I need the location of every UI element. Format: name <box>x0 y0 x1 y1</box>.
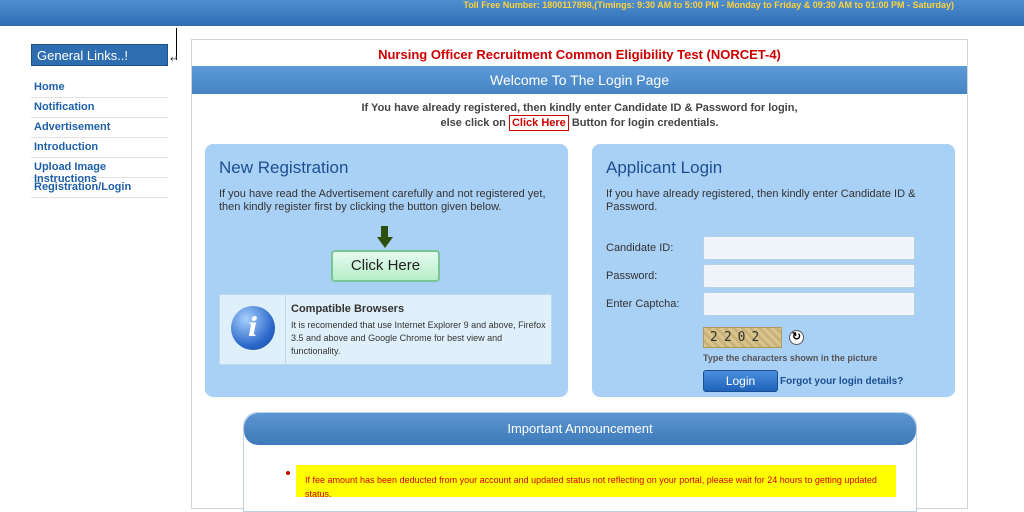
announcement-heading: Important Announcement <box>244 413 916 445</box>
info-icon: i <box>231 306 275 350</box>
candidate-id-label: Candidate ID: <box>606 242 674 254</box>
browsers-text: It is recomended that use Internet Explo… <box>291 320 546 356</box>
toll-free-info: Toll Free Number: 1800117898,(Timings: 9… <box>463 0 954 10</box>
browsers-title: Compatible Browsers <box>291 303 405 315</box>
new-registration-panel: New Registration If you have read the Ad… <box>205 144 568 397</box>
forgot-login-link[interactable]: Forgot your login details? <box>780 376 903 387</box>
refresh-captcha-icon[interactable]: ↻ <box>789 330 804 345</box>
intro-prefix: else click on <box>440 117 506 129</box>
intro-line-2: else click on Click Here Button for logi… <box>192 115 967 131</box>
captcha-input[interactable] <box>703 292 915 316</box>
welcome-banner: Welcome To The Login Page <box>192 66 967 94</box>
down-arrow-icon <box>377 226 393 248</box>
registration-title: New Registration <box>219 158 349 177</box>
login-button[interactable]: Login <box>703 370 778 392</box>
announcement-item: If fee amount has been deducted from you… <box>296 465 896 499</box>
password-label: Password: <box>606 270 658 282</box>
sidebar-item-advertisement[interactable]: Advertisement <box>31 118 168 138</box>
sidebar-item-home[interactable]: Home <box>31 78 168 98</box>
sidebar-heading: General Links..! <box>31 44 168 66</box>
sidebar: General Links..! Home Notification Adver… <box>31 44 168 198</box>
main-panel: Nursing Officer Recruitment Common Eligi… <box>191 39 968 512</box>
password-row: Password: <box>606 264 926 288</box>
compatible-browsers-box: i Compatible Browsers It is recomended t… <box>219 294 552 365</box>
register-click-here-button[interactable]: Click Here <box>331 250 440 282</box>
sidebar-item-introduction[interactable]: Introduction <box>31 138 168 158</box>
page-title: Nursing Officer Recruitment Common Eligi… <box>378 47 781 62</box>
applicant-login-panel: Applicant Login If you have already regi… <box>592 144 955 397</box>
intro-line-1: If You have already registered, then kin… <box>361 102 798 114</box>
captcha-hint: Type the characters shown in the picture <box>703 353 878 363</box>
intro-suffix: Button for login credentials. <box>571 117 719 129</box>
candidate-id-input[interactable] <box>703 236 915 260</box>
password-input[interactable] <box>703 264 915 288</box>
candidate-id-row: Candidate ID: <box>606 236 926 260</box>
top-header-bar: Toll Free Number: 1800117898,(Timings: 9… <box>0 0 1024 26</box>
credentials-click-here-link[interactable]: Click Here <box>508 115 569 131</box>
captcha-row: Enter Captcha: <box>606 292 926 316</box>
captcha-label: Enter Captcha: <box>606 298 680 310</box>
sidebar-item-notification[interactable]: Notification <box>31 98 168 118</box>
sidebar-links: Home Notification Advertisement Introduc… <box>31 78 168 198</box>
sidebar-item-registration-login[interactable]: Registration/Login <box>31 178 168 198</box>
login-text: If you have already registered, then kin… <box>606 188 916 213</box>
registration-text: If you have read the Advertisement caref… <box>219 188 546 213</box>
important-announcement-panel: Important Announcement If fee amount has… <box>243 412 917 512</box>
captcha-image: 2202 <box>703 327 782 348</box>
login-title: Applicant Login <box>606 158 723 177</box>
login-intro: If You have already registered, then kin… <box>192 101 967 131</box>
browsers-divider <box>285 295 286 364</box>
return-arrow-icon: ↵ <box>170 54 179 65</box>
sidebar-item-upload-image-instructions[interactable]: Upload Image Instructions <box>31 158 168 185</box>
announcement-bullet <box>286 471 290 475</box>
